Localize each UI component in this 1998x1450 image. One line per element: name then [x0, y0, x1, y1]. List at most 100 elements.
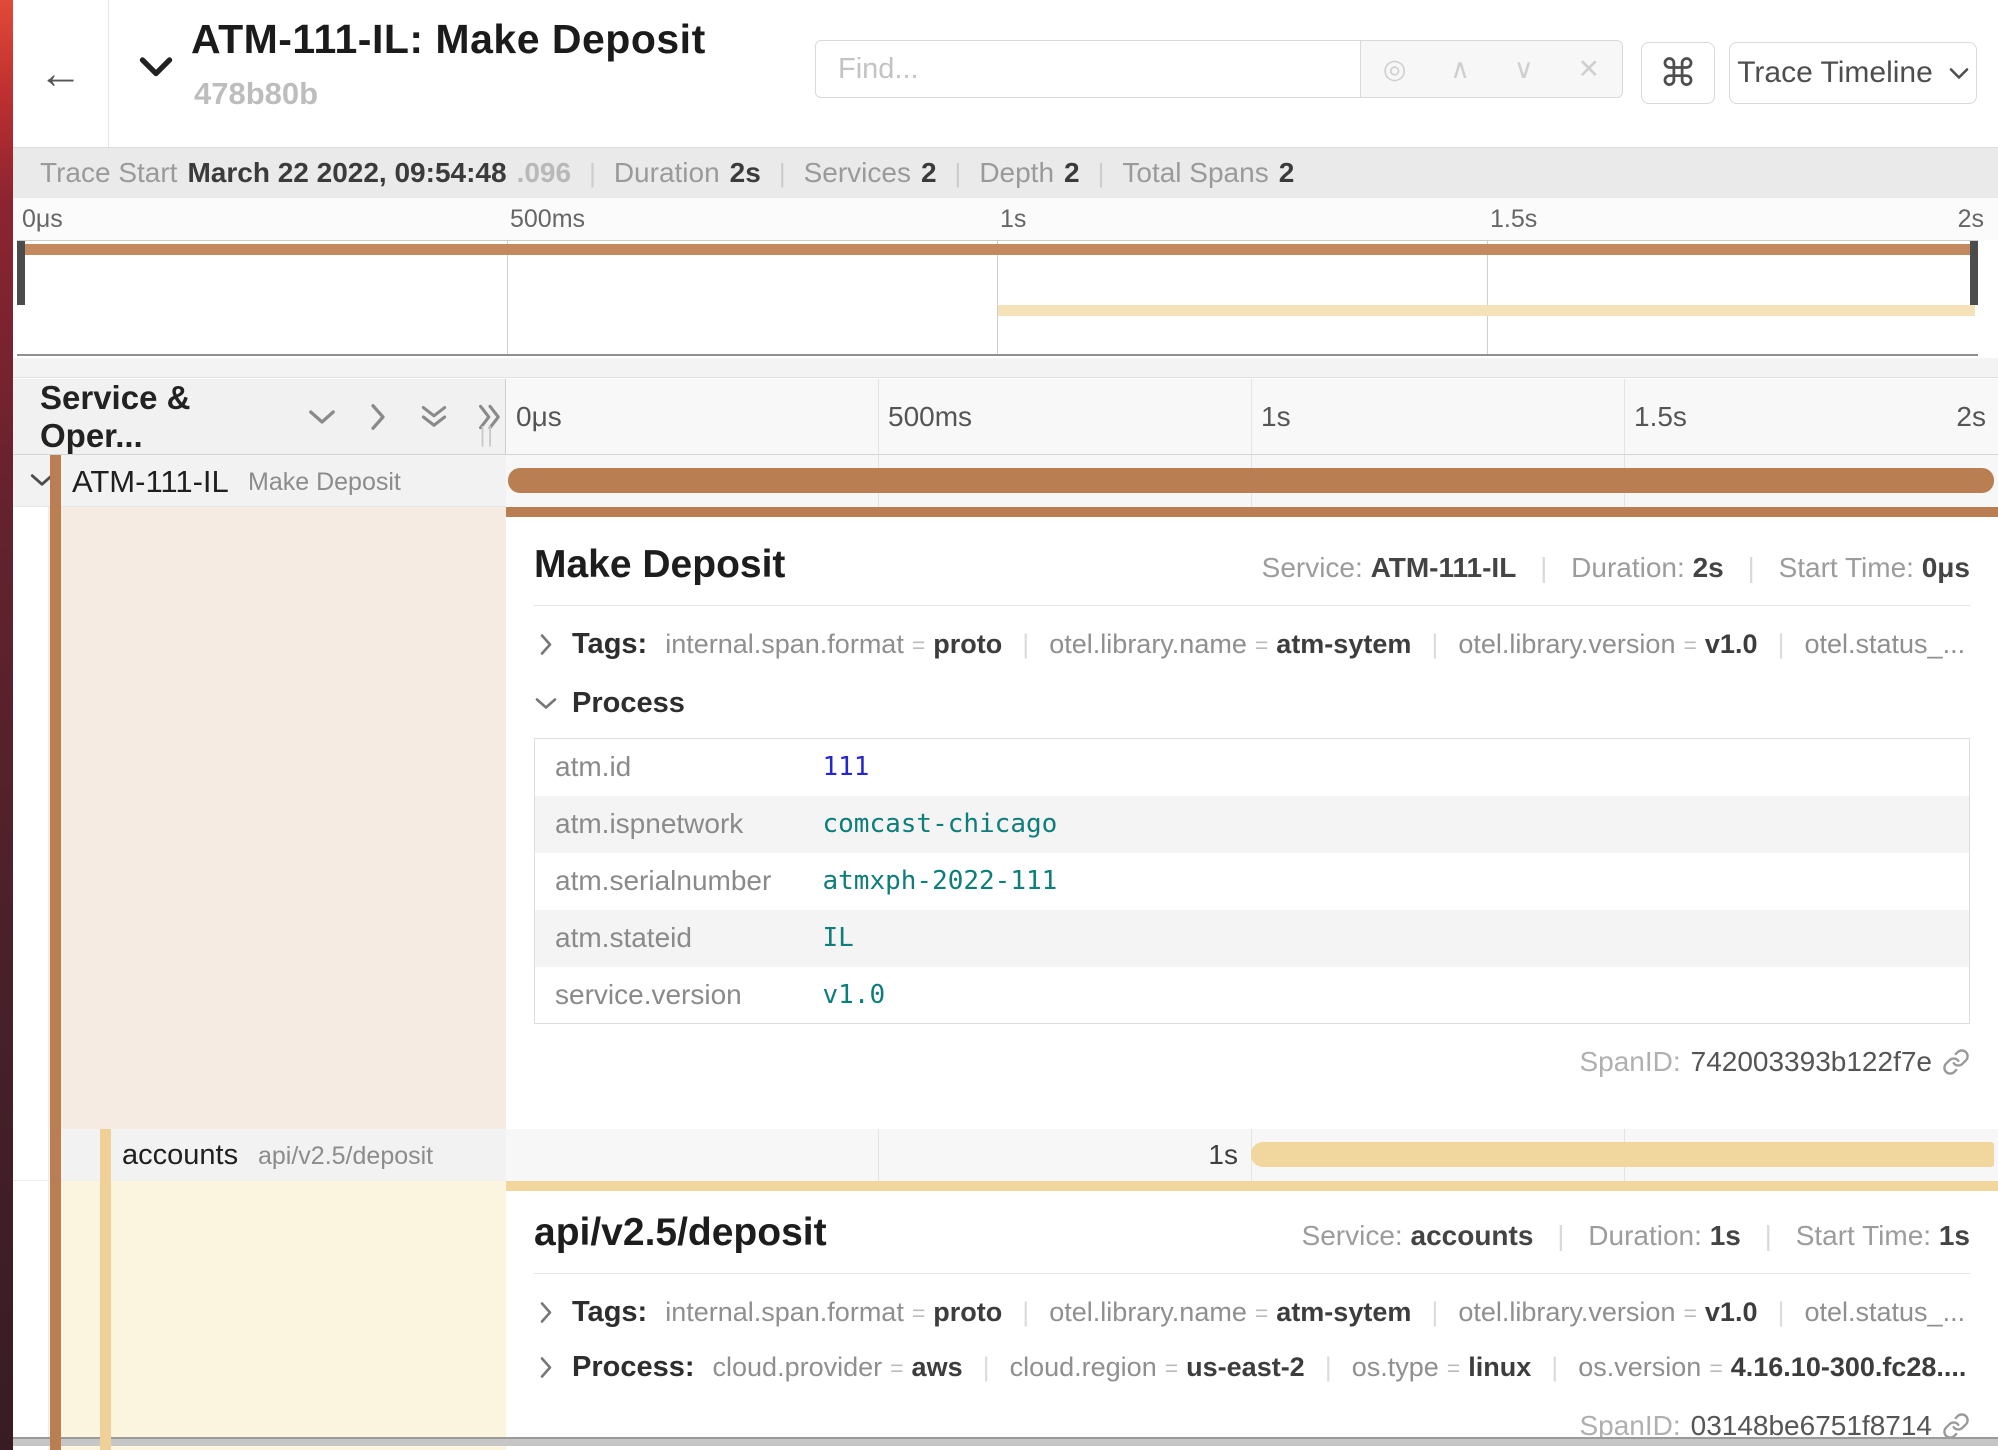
tag-chip: otel.library.version=v1.0 — [1458, 1297, 1757, 1328]
equals: = — [1683, 632, 1696, 658]
chevron-right-icon — [539, 1301, 554, 1325]
find-clear-icon[interactable]: ✕ — [1577, 54, 1600, 85]
minimap-gridline — [997, 241, 998, 354]
span-detail-panel: api/v2.5/deposit Service: accounts | Dur… — [506, 1191, 1998, 1450]
tag-key: otel.status_... — [1804, 1297, 1965, 1327]
process-value: 4.16.10-300.fc28.... — [1731, 1352, 1967, 1382]
services-value: 2 — [921, 157, 937, 189]
divider: | — [779, 158, 786, 189]
link-icon[interactable] — [1942, 1048, 1970, 1076]
start-time-label: Start Time: — [1779, 552, 1914, 583]
spacer — [13, 358, 1998, 378]
duration-label: Duration: — [1588, 1220, 1702, 1251]
tag-chip-truncated: otel.status_... — [1804, 629, 1965, 660]
tag-key: otel.library.version — [1458, 1297, 1675, 1327]
divider — [534, 605, 1970, 606]
spanid-label: SpanID: — [1579, 1046, 1680, 1078]
span-service-name: accounts — [122, 1139, 238, 1172]
equals: = — [890, 1355, 903, 1381]
expand-one-icon[interactable] — [363, 408, 393, 426]
back-button[interactable]: ← — [13, 0, 109, 147]
service-label: Service: — [1262, 552, 1363, 583]
horizontal-scrollbar[interactable] — [13, 1437, 1998, 1446]
process-section-toggle[interactable]: Process — [534, 687, 1970, 720]
span-bar-accounts[interactable] — [1251, 1142, 1994, 1167]
table-row: atm.id 111 — [535, 739, 1970, 796]
timeline-gridline — [1624, 379, 1625, 454]
span-row-accounts-label[interactable]: accounts api/v2.5/deposit — [13, 1129, 506, 1181]
divider: | — [1777, 1297, 1784, 1328]
span-row-atm-timeline[interactable] — [506, 455, 1998, 507]
table-row: atm.ispnetwork comcast-chicago — [535, 796, 1970, 853]
duration-value: 1s — [1710, 1220, 1741, 1251]
minimap-gridline — [507, 241, 508, 354]
locate-icon[interactable]: ◎ — [1383, 54, 1407, 85]
column-resize-grip[interactable]: || — [480, 422, 495, 448]
keyboard-shortcuts-button[interactable]: ⌘ — [1641, 42, 1715, 104]
span-detail-meta: Service: accounts | Duration: 1s | Start… — [1302, 1220, 1970, 1252]
minimap-scrubber-left[interactable] — [17, 241, 25, 305]
total-spans-label: Total Spans — [1122, 157, 1268, 189]
process-row[interactable]: Process: cloud.provider=aws | cloud.regi… — [534, 1351, 1970, 1384]
depth-label: Depth — [979, 157, 1054, 189]
divider: | — [1098, 158, 1105, 189]
span-row-accounts-timeline[interactable]: 1s — [506, 1129, 1998, 1181]
find-input[interactable] — [815, 40, 1361, 98]
expander-column — [13, 507, 49, 1129]
divider: | — [1748, 552, 1755, 583]
find-next-icon[interactable]: ∨ — [1514, 54, 1534, 85]
tags-row[interactable]: Tags: internal.span.format=proto | otel.… — [534, 628, 1970, 661]
service-operation-header: Service & Oper... || — [13, 379, 506, 455]
timeline-tick: 2s — [1956, 401, 1986, 433]
process-value: atmxph-2022-111 — [803, 853, 1970, 910]
view-selector-button[interactable]: Trace Timeline — [1729, 42, 1977, 104]
span-detail-title: Make Deposit — [534, 543, 785, 587]
minimap-tick: 1.5s — [1490, 205, 1537, 234]
span-detail-bar-atm[interactable] — [506, 507, 1998, 517]
trace-start-fraction: .096 — [517, 157, 572, 189]
divider: | — [1540, 552, 1547, 583]
chevron-right-icon — [539, 633, 554, 657]
tag-key: internal.span.format — [665, 1297, 904, 1327]
link-icon[interactable] — [1942, 1412, 1970, 1440]
divider: | — [983, 1352, 990, 1383]
minimap-gridline — [1487, 241, 1488, 354]
collapse-one-icon[interactable] — [307, 408, 337, 426]
equals: = — [1255, 632, 1268, 658]
minimap-scrubber-right[interactable] — [1970, 241, 1978, 305]
tag-chip: otel.library.version=v1.0 — [1458, 629, 1757, 660]
chevron-down-icon — [534, 696, 558, 711]
divider: | — [955, 158, 962, 189]
collapse-all-icon[interactable] — [419, 404, 449, 430]
tag-value: proto — [933, 1297, 1002, 1327]
equals: = — [1255, 1300, 1268, 1326]
tag-chip: internal.span.format=proto — [665, 1297, 1002, 1328]
duration-label: Duration — [614, 157, 720, 189]
service-band-accounts — [100, 1129, 111, 1450]
expander-column — [13, 1129, 49, 1180]
span-detail-atm-indent — [13, 507, 506, 1129]
span-row-atm-label[interactable]: ATM-111-IL Make Deposit — [13, 455, 506, 507]
equals: = — [912, 632, 925, 658]
table-row: atm.serialnumber atmxph-2022-111 — [535, 853, 1970, 910]
timeline-tick: 1.5s — [1634, 401, 1687, 433]
span-detail-bar-accounts[interactable] — [506, 1181, 1998, 1191]
equals: = — [1165, 1355, 1178, 1381]
tag-key: otel.library.version — [1458, 629, 1675, 659]
trace-id: 478b80b — [194, 76, 318, 112]
service-value: ATM-111-IL — [1371, 552, 1517, 583]
minimap-span-bar-accounts — [998, 305, 1976, 316]
tags-row[interactable]: Tags: internal.span.format=proto | otel.… — [534, 1296, 1970, 1329]
trace-start-value: March 22 2022, 09:54:48 — [187, 157, 506, 189]
span-bar-atm[interactable] — [508, 468, 1994, 493]
find-prev-icon[interactable]: ∧ — [1450, 54, 1470, 85]
process-key: atm.ispnetwork — [535, 796, 803, 853]
tag-value: proto — [933, 629, 1002, 659]
tag-key: otel.library.name — [1049, 629, 1247, 659]
timeline-minimap[interactable] — [17, 240, 1978, 356]
process-chip: cloud.provider=aws — [713, 1352, 963, 1383]
trace-timeline-page: ← ATM-111-IL: Make Deposit 478b80b ◎ ∧ ∨… — [0, 0, 1998, 1450]
service-operation-title: Service & Oper... — [40, 379, 281, 455]
trace-title-chevron-down-icon[interactable] — [138, 54, 174, 83]
process-table: atm.id 111 atm.ispnetwork comcast-chicag… — [534, 738, 1970, 1024]
